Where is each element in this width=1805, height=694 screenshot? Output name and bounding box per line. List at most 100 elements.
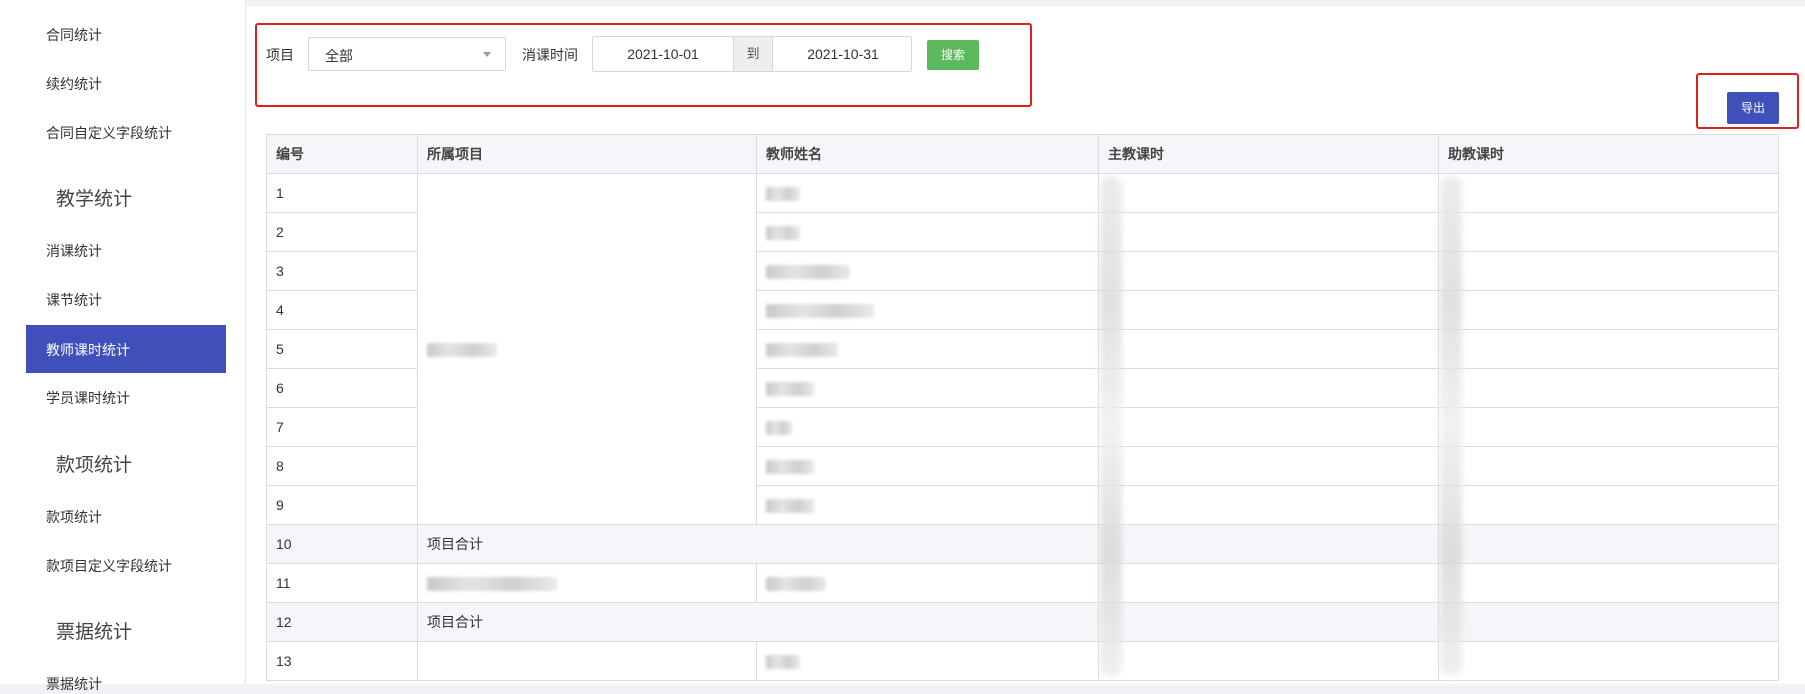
cell-main-hours [1098, 251, 1439, 291]
sidebar-item-invoice-stats[interactable]: 票据统计 [46, 674, 102, 694]
cell-main-hours [1098, 368, 1439, 408]
project-select-value: 全部 [325, 48, 353, 64]
cell-teacher [756, 173, 1099, 213]
sidebar-item-label: 教师课时统计 [46, 342, 130, 358]
sidebar-section-payment: 款项统计 [56, 455, 133, 476]
cell-assistant-hours [1438, 290, 1779, 330]
redacted-column-main-hours [1100, 176, 1122, 676]
cell-teacher [756, 251, 1099, 291]
table-header-row: 编号 所属项目 教师姓名 主教课时 助教课时 [266, 134, 1779, 174]
cell-main-hours [1098, 602, 1439, 642]
date-separator: 到 [733, 37, 773, 71]
redacted-text [427, 343, 497, 358]
cell-assistant-hours [1438, 368, 1779, 408]
sidebar-item-teacher-hours-stats[interactable]: 教师课时统计 [26, 325, 226, 373]
sidebar-section-teaching: 教学统计 [56, 189, 133, 210]
project-select[interactable]: 全部 [308, 37, 506, 71]
cell-assistant-hours [1438, 641, 1779, 681]
sidebar-item-contract-stats[interactable]: 合同统计 [46, 25, 102, 45]
column-header-project[interactable]: 所属项目 [417, 134, 757, 174]
table-row-subtotal: 10 项目合计 [266, 524, 1779, 564]
cell-number: 7 [266, 407, 418, 447]
column-header-assistant-hours[interactable]: 助教课时 [1438, 134, 1779, 174]
sidebar-item-student-hours-stats[interactable]: 学员课时统计 [46, 388, 130, 408]
redacted-text [766, 382, 814, 397]
redacted-text [766, 421, 792, 436]
cell-teacher [756, 407, 1099, 447]
time-label: 消课时间 [522, 47, 578, 63]
cell-assistant-hours [1438, 407, 1779, 447]
cell-main-hours [1098, 290, 1439, 330]
cell-number: 3 [266, 251, 418, 291]
cell-main-hours [1098, 407, 1439, 447]
sidebar-item-renewal-stats[interactable]: 续约统计 [46, 74, 102, 94]
cell-project-total: 项目合计 [417, 524, 1099, 564]
cell-number: 10 [266, 524, 418, 564]
cell-number: 11 [266, 563, 418, 603]
cell-number: 2 [266, 212, 418, 252]
cell-main-hours [1098, 446, 1439, 486]
cell-assistant-hours [1438, 212, 1779, 252]
project-label: 项目 [266, 47, 294, 63]
cell-main-hours [1098, 563, 1439, 603]
table-row: 13 [266, 641, 1779, 681]
sidebar-item-payment-stats[interactable]: 款项统计 [46, 507, 102, 527]
redacted-text [766, 343, 838, 358]
redacted-text [766, 499, 814, 514]
cell-number: 8 [266, 446, 418, 486]
column-header-main-hours[interactable]: 主教课时 [1098, 134, 1439, 174]
cell-main-hours [1098, 524, 1439, 564]
sidebar-item-lesson-stats[interactable]: 课节统计 [46, 290, 102, 310]
sidebar-item-payment-custom-field-stats[interactable]: 款项目定义字段统计 [46, 556, 172, 576]
cell-assistant-hours [1438, 251, 1779, 291]
date-range: 2021-10-01 到 2021-10-31 [592, 36, 912, 72]
cell-teacher [756, 368, 1099, 408]
cell-main-hours [1098, 485, 1439, 525]
sidebar-item-class-consumption-stats[interactable]: 消课统计 [46, 241, 102, 261]
cell-teacher [756, 212, 1099, 252]
cell-number: 9 [266, 485, 418, 525]
chevron-down-icon [483, 52, 491, 57]
sidebar-section-invoice: 票据统计 [56, 622, 133, 643]
cell-number: 13 [266, 641, 418, 681]
column-header-number[interactable]: 编号 [266, 134, 418, 174]
cell-number: 12 [266, 602, 418, 642]
cell-assistant-hours [1438, 446, 1779, 486]
redacted-text [766, 655, 800, 670]
cell-assistant-hours [1438, 329, 1779, 369]
date-from-input[interactable]: 2021-10-01 [593, 37, 733, 71]
cell-project-total: 项目合计 [417, 602, 1099, 642]
cell-project [417, 563, 757, 603]
export-button[interactable]: 导出 [1727, 92, 1779, 124]
cell-number: 1 [266, 173, 418, 213]
redacted-text [766, 265, 850, 280]
cell-assistant-hours [1438, 563, 1779, 603]
cell-assistant-hours [1438, 524, 1779, 564]
cell-assistant-hours [1438, 173, 1779, 213]
redacted-text [766, 460, 814, 475]
cell-teacher [756, 641, 1099, 681]
redacted-text [766, 187, 800, 202]
table-row: 11 [266, 563, 1779, 603]
cell-teacher [756, 446, 1099, 486]
cell-teacher [756, 563, 1099, 603]
date-to-input[interactable]: 2021-10-31 [773, 37, 913, 71]
redacted-text [766, 304, 874, 319]
redacted-text [766, 226, 800, 241]
cell-number: 6 [266, 368, 418, 408]
search-button[interactable]: 搜索 [927, 40, 979, 70]
cell-assistant-hours [1438, 485, 1779, 525]
teacher-hours-table: 编号 所属项目 教师姓名 主教课时 助教课时 1 2 3 4 5 6 7 8 9… [266, 134, 1779, 681]
cell-number: 4 [266, 290, 418, 330]
sidebar-item-contract-custom-field-stats[interactable]: 合同自定义字段统计 [46, 123, 172, 143]
cell-teacher [756, 485, 1099, 525]
redacted-column-assistant-hours [1440, 176, 1462, 676]
sidebar: 合同统计 续约统计 合同自定义字段统计 教学统计 消课统计 课节统计 教师课时统… [0, 0, 246, 692]
cell-main-hours [1098, 173, 1439, 213]
table-row: 1 [266, 173, 1779, 525]
column-header-teacher-name[interactable]: 教师姓名 [756, 134, 1099, 174]
cell-number: 5 [266, 329, 418, 369]
cell-teacher [756, 329, 1099, 369]
cell-main-hours [1098, 212, 1439, 252]
cell-main-hours [1098, 329, 1439, 369]
